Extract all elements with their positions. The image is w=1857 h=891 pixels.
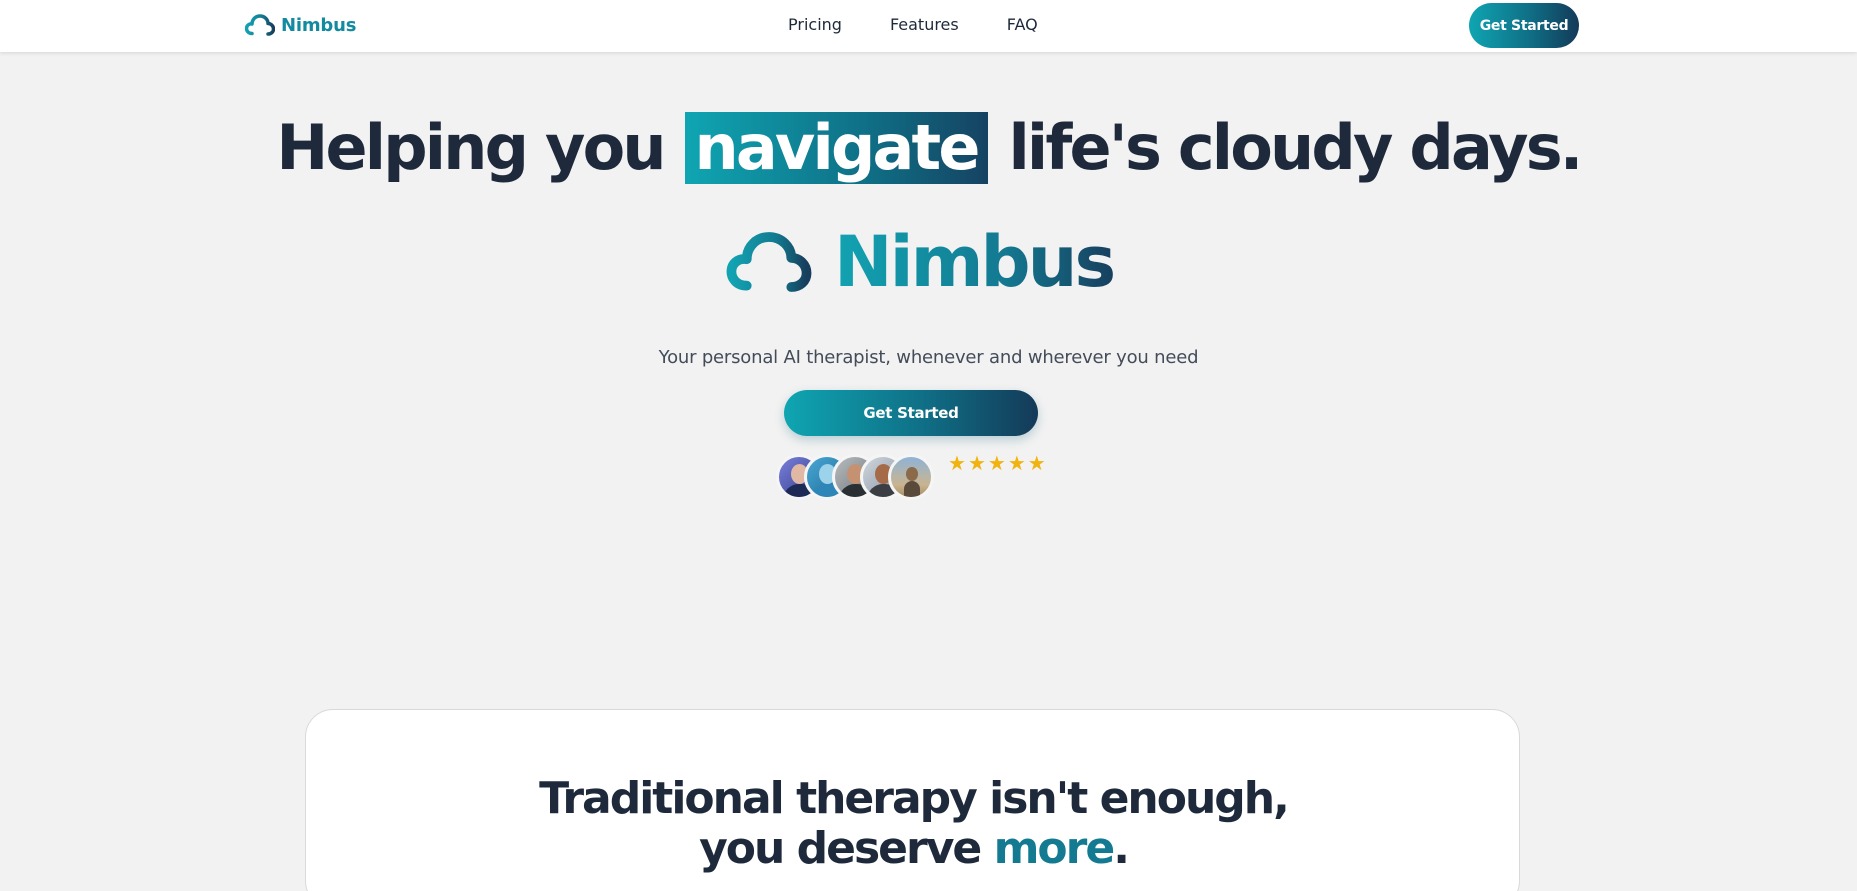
star-icon: ★: [967, 451, 986, 475]
card-title-line-1: Traditional therapy isn't enough,: [539, 773, 1290, 824]
hero-logo-text: Nimbus: [834, 221, 1116, 303]
brand-name: Nimbus: [281, 14, 357, 36]
star-icon: ★: [1007, 451, 1026, 475]
nav-link-faq[interactable]: FAQ: [1007, 15, 1038, 35]
hero-title-start: Helping you: [276, 111, 666, 184]
user-avatars: [776, 454, 936, 500]
star-icon: ★: [987, 451, 1006, 475]
hero-title-highlight: navigate: [684, 112, 988, 184]
hero-title-end: life's cloudy days.: [1008, 111, 1583, 184]
card-title-line-2-start: you deserve: [699, 823, 982, 874]
top-navbar: Nimbus Pricing Features FAQ Get Started: [0, 0, 1857, 52]
card-title-line-2: you deserve more.: [306, 824, 1521, 874]
problem-card: Traditional therapy isn't enough, you de…: [305, 709, 1520, 891]
rating-stars: ★ ★ ★ ★ ★: [948, 453, 1046, 473]
card-title-period: .: [1113, 823, 1130, 874]
hero-logo: Nimbus: [726, 221, 1116, 303]
hero-subtitle: Your personal AI therapist, whenever and…: [658, 347, 1199, 368]
nav-link-pricing[interactable]: Pricing: [788, 15, 842, 35]
main-nav: Pricing Features FAQ: [788, 15, 1038, 35]
star-icon: ★: [948, 451, 966, 475]
card-title: Traditional therapy isn't enough, you de…: [306, 774, 1521, 874]
hero-get-started-button[interactable]: Get Started: [784, 390, 1038, 436]
star-icon: ★: [1027, 451, 1046, 475]
cloud-icon: [245, 14, 275, 36]
nav-link-features[interactable]: Features: [890, 15, 959, 35]
hero-title: Helping you navigate life's cloudy days.: [0, 108, 1857, 188]
cloud-icon: [726, 232, 812, 292]
nav-get-started-button[interactable]: Get Started: [1469, 3, 1579, 48]
brand-logo-link[interactable]: Nimbus: [245, 12, 356, 38]
card-title-accent: more: [993, 823, 1116, 874]
avatar: [888, 454, 934, 500]
